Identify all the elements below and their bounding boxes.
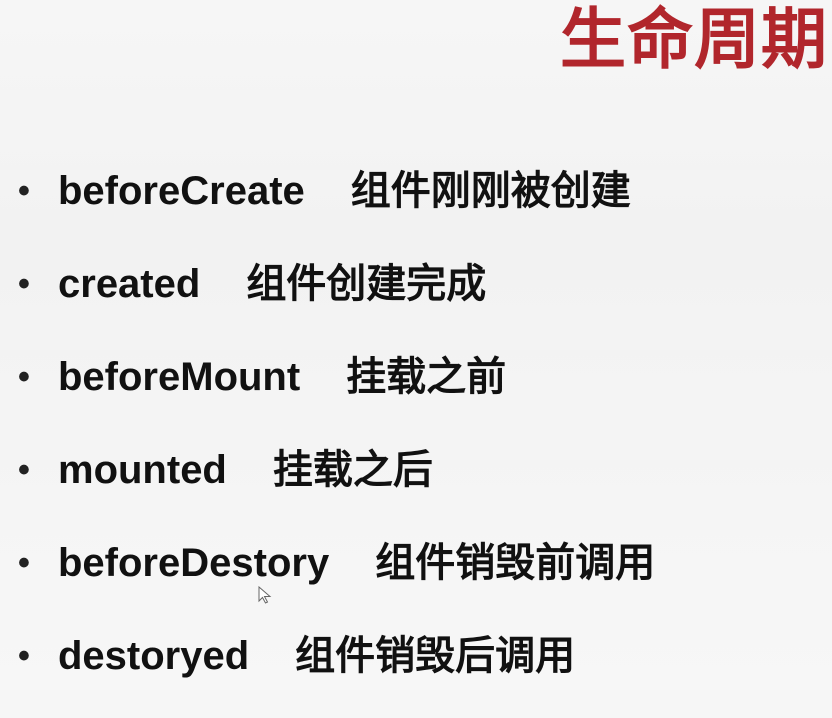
hook-description: 组件销毁后调用 (295, 634, 576, 678)
hook-name: destoryed (58, 634, 250, 678)
lifecycle-item-beforemount: • beforeMount 挂载之前 (18, 346, 818, 439)
lifecycle-item-beforecreate: • beforeCreate 组件刚刚被创建 (18, 160, 818, 253)
lifecycle-item-created: • created 组件创建完成 (18, 253, 818, 346)
bullet-icon: • (18, 637, 30, 675)
bullet-icon: • (18, 358, 30, 396)
hook-description: 组件创建完成 (246, 262, 487, 306)
bullet-icon: • (18, 451, 30, 489)
hook-description: 挂载之后 (272, 448, 433, 492)
page-title: 生命周期 (560, 2, 828, 76)
lifecycle-item-beforedestory: • beforeDestory 组件销毁前调用 (18, 532, 818, 625)
hook-name: beforeDestory (58, 541, 330, 585)
lifecycle-item-destoryed: • destoryed 组件销毁后调用 (18, 625, 818, 718)
hook-description: 组件刚刚被创建 (350, 169, 631, 213)
hook-description: 挂载之前 (346, 355, 507, 399)
bullet-icon: • (18, 172, 30, 210)
bullet-icon: • (18, 265, 30, 303)
hook-name: mounted (58, 448, 227, 492)
hook-description: 组件销毁前调用 (375, 541, 656, 585)
slide: 生命周期 • beforeCreate 组件刚刚被创建 • created 组件… (0, 0, 832, 690)
hook-name: created (58, 262, 201, 306)
lifecycle-item-mounted: • mounted 挂载之后 (18, 439, 818, 532)
lifecycle-list: • beforeCreate 组件刚刚被创建 • created 组件创建完成 … (18, 160, 818, 718)
hook-name: beforeMount (58, 355, 301, 399)
bullet-icon: • (18, 544, 30, 582)
hook-name: beforeCreate (58, 169, 305, 213)
